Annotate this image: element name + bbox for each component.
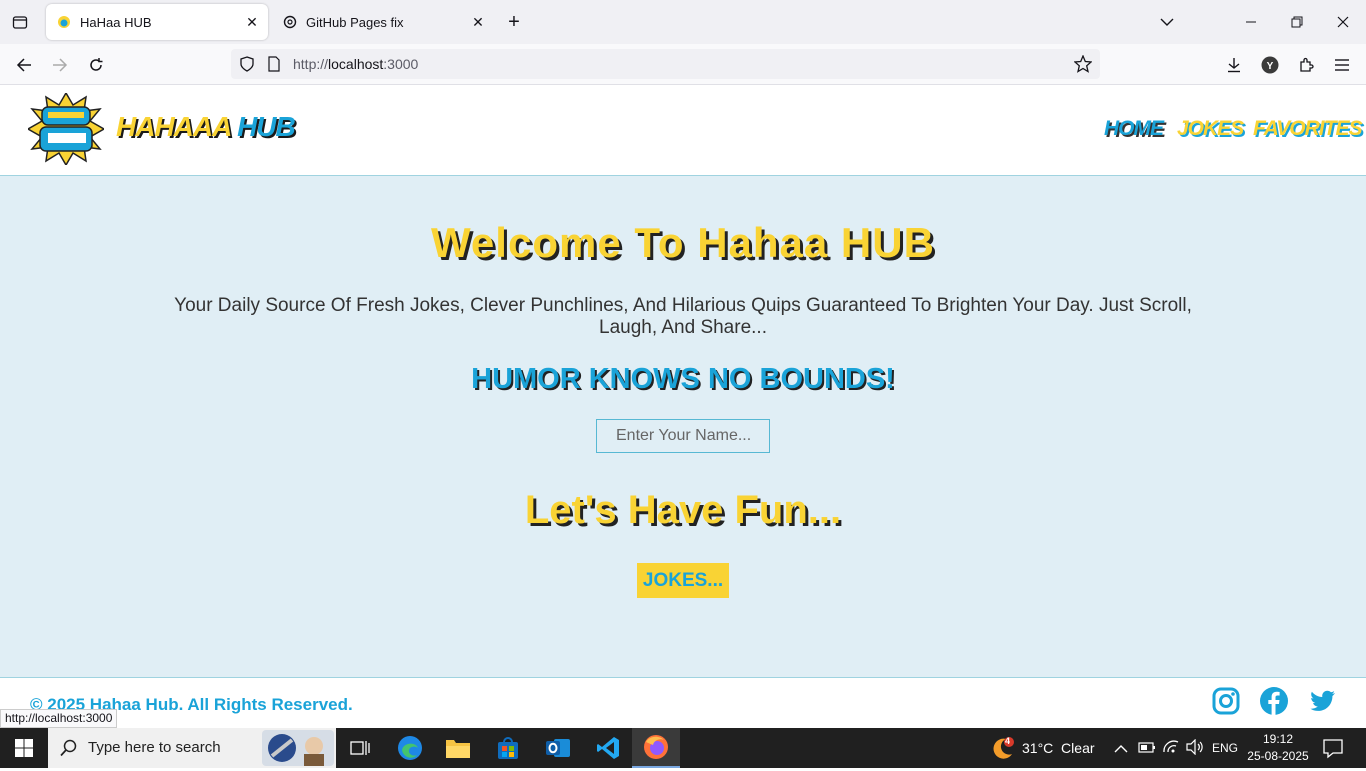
hahaa-hub-logo[interactable] bbox=[26, 91, 106, 167]
svg-text:Y: Y bbox=[1267, 61, 1274, 72]
windows-start-icon[interactable] bbox=[0, 728, 48, 768]
list-all-tabs-icon[interactable] bbox=[1144, 0, 1190, 44]
battery-icon[interactable] bbox=[1138, 740, 1156, 759]
back-icon[interactable] bbox=[10, 52, 38, 78]
close-tab-icon[interactable]: ✕ bbox=[240, 10, 264, 34]
taskbar-clock[interactable]: 19:12 25-08-2025 bbox=[1240, 731, 1316, 765]
edge-browser-icon[interactable] bbox=[386, 728, 434, 768]
twitter-icon[interactable] bbox=[1307, 686, 1337, 716]
account-avatar-icon[interactable]: Y bbox=[1256, 52, 1284, 78]
hahaa-favicon-icon bbox=[56, 14, 72, 30]
browser-tab-bar: HaHaa HUB ✕ GitHub Pages fix ✕ + bbox=[0, 0, 1366, 44]
site-footer: © 2025 Hahaa Hub. All Rights Reserved. bbox=[0, 677, 1366, 728]
lets-have-fun-heading: Let's Have Fun... bbox=[524, 488, 842, 532]
tab-github-pages-fix[interactable]: GitHub Pages fix ✕ bbox=[272, 4, 494, 40]
restore-icon[interactable] bbox=[1274, 0, 1320, 44]
jokes-button[interactable]: JOKES... bbox=[637, 563, 729, 598]
welcome-heading: Welcome To Hahaa HUB bbox=[431, 219, 935, 266]
nav-favorites-link[interactable]: FAVORITES bbox=[1253, 117, 1362, 141]
vscode-icon[interactable] bbox=[584, 728, 632, 768]
weather-moon-icon[interactable] bbox=[990, 736, 1014, 765]
windows-taskbar: Type here to search 4 31°C Clear ENG 19:… bbox=[0, 728, 1366, 768]
humor-heading: HUMOR KNOWS NO BOUNDS! bbox=[471, 363, 895, 395]
wifi-icon[interactable] bbox=[1162, 739, 1180, 760]
volume-icon[interactable] bbox=[1186, 738, 1204, 760]
close-tab-icon[interactable]: ✕ bbox=[466, 10, 490, 34]
chatgpt-favicon-icon bbox=[282, 14, 298, 30]
name-input[interactable] bbox=[596, 419, 770, 453]
nav-jokes-link[interactable]: JOKES bbox=[1177, 117, 1244, 141]
page-info-icon[interactable] bbox=[267, 56, 281, 77]
show-hidden-icons-chevron-icon[interactable] bbox=[1114, 741, 1128, 759]
nav-home-link[interactable]: HOME bbox=[1104, 117, 1164, 141]
outlook-icon[interactable] bbox=[534, 728, 582, 768]
menu-hamburger-icon[interactable] bbox=[1328, 52, 1356, 78]
tab-list-icon[interactable] bbox=[8, 10, 32, 34]
bookmark-star-icon[interactable] bbox=[1073, 54, 1093, 78]
extensions-icon[interactable] bbox=[1292, 52, 1320, 78]
new-tab-icon[interactable]: + bbox=[502, 10, 526, 34]
site-brand-title[interactable]: HAHAAA HUB bbox=[116, 111, 296, 143]
clock-date: 25-08-2025 bbox=[1247, 749, 1309, 763]
site-header: HAHAAA HUB HOME JOKES FAVORITES bbox=[0, 85, 1366, 176]
microsoft-store-icon[interactable] bbox=[484, 728, 532, 768]
weather-alert-badge: 4 bbox=[1005, 736, 1011, 746]
weather-text[interactable]: 31°C Clear bbox=[1022, 740, 1095, 756]
firefox-icon[interactable] bbox=[632, 728, 680, 768]
address-bar[interactable]: http://localhost:3000 bbox=[231, 49, 1100, 79]
link-status-bar: http://localhost:3000 bbox=[0, 709, 118, 728]
tracking-shield-icon[interactable] bbox=[239, 56, 255, 77]
search-highlight-image-icon bbox=[262, 730, 334, 771]
minimize-icon[interactable] bbox=[1228, 0, 1274, 44]
close-window-icon[interactable] bbox=[1320, 0, 1366, 44]
tab-title: HaHaa HUB bbox=[80, 14, 152, 30]
language-indicator[interactable]: ENG bbox=[1212, 741, 1238, 755]
tagline-text: Your Daily Source Of Fresh Jokes, Clever… bbox=[174, 295, 1192, 338]
file-explorer-icon[interactable] bbox=[434, 728, 482, 768]
clock-time: 19:12 bbox=[1262, 732, 1294, 746]
reload-icon[interactable] bbox=[82, 52, 110, 78]
notifications-icon[interactable] bbox=[1322, 737, 1344, 764]
browser-nav-bar: http://localhost:3000 Y bbox=[0, 44, 1366, 85]
tab-title: GitHub Pages fix bbox=[306, 14, 404, 30]
search-icon bbox=[60, 739, 78, 762]
taskbar-search-box[interactable]: Type here to search bbox=[48, 728, 336, 768]
url-text: http://localhost:3000 bbox=[293, 56, 419, 72]
tab-hahaa-hub[interactable]: HaHaa HUB ✕ bbox=[46, 4, 268, 40]
downloads-icon[interactable] bbox=[1220, 52, 1248, 78]
page-content: HAHAAA HUB HOME JOKES FAVORITES Welcome … bbox=[0, 85, 1366, 728]
instagram-icon[interactable] bbox=[1211, 686, 1241, 716]
task-view-icon[interactable] bbox=[336, 728, 384, 768]
search-placeholder: Type here to search bbox=[88, 739, 221, 756]
facebook-icon[interactable] bbox=[1259, 686, 1289, 716]
forward-icon[interactable] bbox=[46, 52, 74, 78]
